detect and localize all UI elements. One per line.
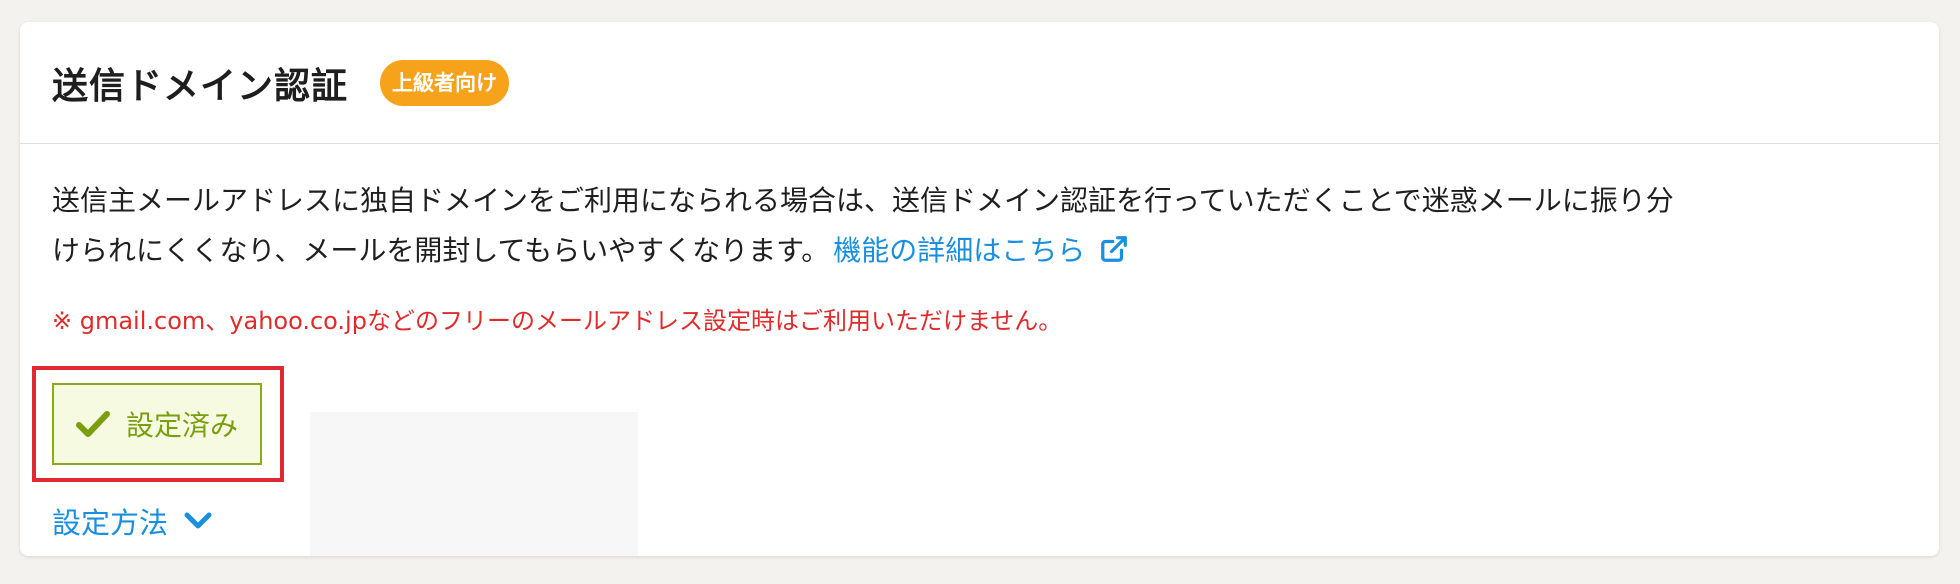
card-header: 送信ドメイン認証 上級者向け	[20, 22, 1939, 144]
setup-method-label: 設定方法	[52, 506, 169, 540]
page-title: 送信ドメイン認証	[52, 65, 349, 107]
setup-method-toggle[interactable]: 設定方法	[52, 500, 212, 542]
advanced-badge: 上級者向け	[380, 59, 510, 106]
description-line-2-text: けられにくくなり、メールを開封してもらいやすくなります。	[52, 234, 830, 267]
description-text: 送信主メールアドレスに独自ドメインをご利用になられる場合は、送信ドメイン認証を行…	[52, 176, 1932, 276]
domain-auth-card: 送信ドメイン認証 上級者向け 送信主メールアドレスに独自ドメインをご利用になられ…	[20, 22, 1939, 556]
feature-details-link[interactable]: 機能の詳細はこちら	[833, 234, 1129, 267]
feature-details-link-label: 機能の詳細はこちら	[833, 234, 1086, 267]
blank-placeholder	[310, 412, 638, 556]
description-line-1: 送信主メールアドレスに独自ドメインをご利用になられる場合は、送信ドメイン認証を行…	[52, 184, 1674, 217]
external-link-icon[interactable]	[1099, 234, 1129, 264]
description-line-2: けられにくくなり、メールを開封してもらいやすくなります。 機能の詳細はこちら	[52, 226, 1932, 276]
check-icon	[75, 411, 110, 437]
configured-status-button[interactable]: 設定済み	[52, 383, 262, 465]
chevron-down-icon	[184, 512, 212, 529]
configured-status-label: 設定済み	[125, 409, 238, 442]
free-email-note: ※ gmail.com、yahoo.co.jpなどのフリーのメールアドレス設定時…	[52, 307, 1063, 335]
